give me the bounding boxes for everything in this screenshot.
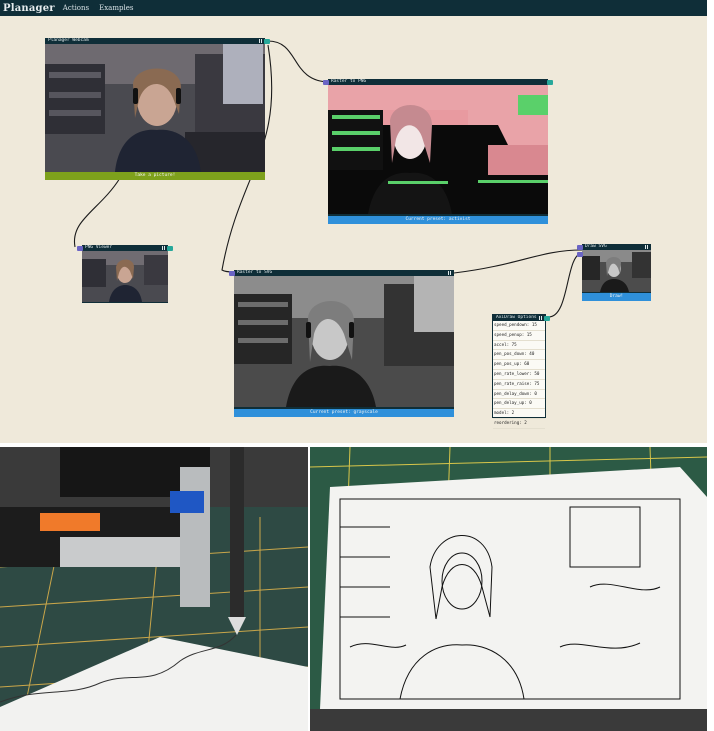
drag-handle-icon[interactable]: [645, 245, 648, 249]
param-speed-penup[interactable]: speed_penup: 15: [493, 331, 545, 341]
axidraw-output-port[interactable]: [544, 316, 550, 321]
param-reordering[interactable]: reordering: 2: [493, 419, 545, 429]
param-accel[interactable]: accel: 75: [493, 341, 545, 351]
drag-handle-icon[interactable]: [259, 39, 262, 43]
draw-svg-node[interactable]: Draw SVG Draw!: [577, 244, 651, 301]
raster-to-png-node[interactable]: Raster to PNG Current preset: activist: [323, 79, 553, 224]
param-pen-delay-up[interactable]: pen_delay_up: 0: [493, 399, 545, 410]
webcam-output-port[interactable]: [264, 39, 270, 44]
webcam-node-title: Planager Webcam: [48, 38, 89, 43]
param-pen-pos-down[interactable]: pen_pos_down: 40: [493, 350, 545, 361]
raster-png-input-port[interactable]: [323, 80, 329, 85]
draw-svg-preview: [582, 250, 651, 292]
draw-button[interactable]: Draw!: [582, 293, 651, 301]
wire-axidraw-to-draw: [547, 252, 583, 318]
wire-webcam-to-png: [267, 40, 331, 83]
param-pen-delay-down[interactable]: pen_delay_down: 0: [493, 390, 545, 400]
axidraw-title: AxiDraw Options: [496, 315, 537, 320]
drag-handle-icon[interactable]: [448, 271, 451, 275]
draw-svg-title: Draw SVG: [585, 244, 607, 249]
png-viewer-input-port[interactable]: [77, 246, 83, 251]
axidraw-header[interactable]: AxiDraw Options: [493, 315, 545, 321]
png-viewer-node[interactable]: PNG Viewer: [77, 245, 173, 303]
param-pen-rate-lower[interactable]: pen_rate_lower: 50: [493, 370, 545, 380]
raster-svg-input-port[interactable]: [229, 271, 235, 276]
raster-png-output-port[interactable]: [547, 80, 553, 85]
param-pen-rate-raise[interactable]: pen_rate_raise: 75: [493, 380, 545, 390]
pen-plotter-photo: [0, 447, 308, 731]
raster-svg-title: Raster to SVG: [237, 270, 273, 275]
planager-canvas[interactable]: Planager Actions Examples Planager Webca…: [0, 0, 707, 443]
webcam-preview: [45, 44, 265, 172]
png-viewer-output-port[interactable]: [167, 246, 173, 251]
png-viewer-preview: [82, 251, 168, 302]
raster-png-preview: [328, 85, 548, 214]
webcam-node[interactable]: Planager Webcam Take a picture!: [45, 38, 270, 180]
draw-svg-input-port[interactable]: [577, 245, 583, 250]
axidraw-options-node[interactable]: AxiDraw Options speed_pendown: 15 speed_…: [492, 314, 550, 429]
take-picture-button[interactable]: Take a picture!: [45, 172, 265, 180]
png-viewer-title: PNG Viewer: [85, 245, 113, 250]
plotted-drawing-photo: [310, 447, 707, 731]
wire-svg-to-draw: [453, 249, 583, 274]
param-pen-pos-up[interactable]: pen_pos_up: 60: [493, 360, 545, 370]
raster-svg-preset-button[interactable]: Current preset: grayscale: [234, 409, 454, 417]
raster-to-svg-node[interactable]: Raster to SVG Current preset: grayscale: [229, 270, 454, 417]
param-model[interactable]: model: 2: [493, 409, 545, 419]
drag-handle-icon[interactable]: [539, 316, 542, 320]
draw-svg-options-port[interactable]: [577, 252, 583, 257]
wire-webcam-to-pngviewer: [73, 177, 121, 248]
raster-png-preset-button[interactable]: Current preset: activist: [328, 216, 548, 224]
raster-png-title: Raster to PNG: [331, 79, 367, 84]
raster-svg-preview: [234, 276, 454, 407]
drag-handle-icon[interactable]: [162, 246, 165, 250]
param-speed-pendown[interactable]: speed_pendown: 15: [493, 321, 545, 331]
axidraw-param-list: speed_pendown: 15 speed_penup: 15 accel:…: [493, 321, 545, 429]
